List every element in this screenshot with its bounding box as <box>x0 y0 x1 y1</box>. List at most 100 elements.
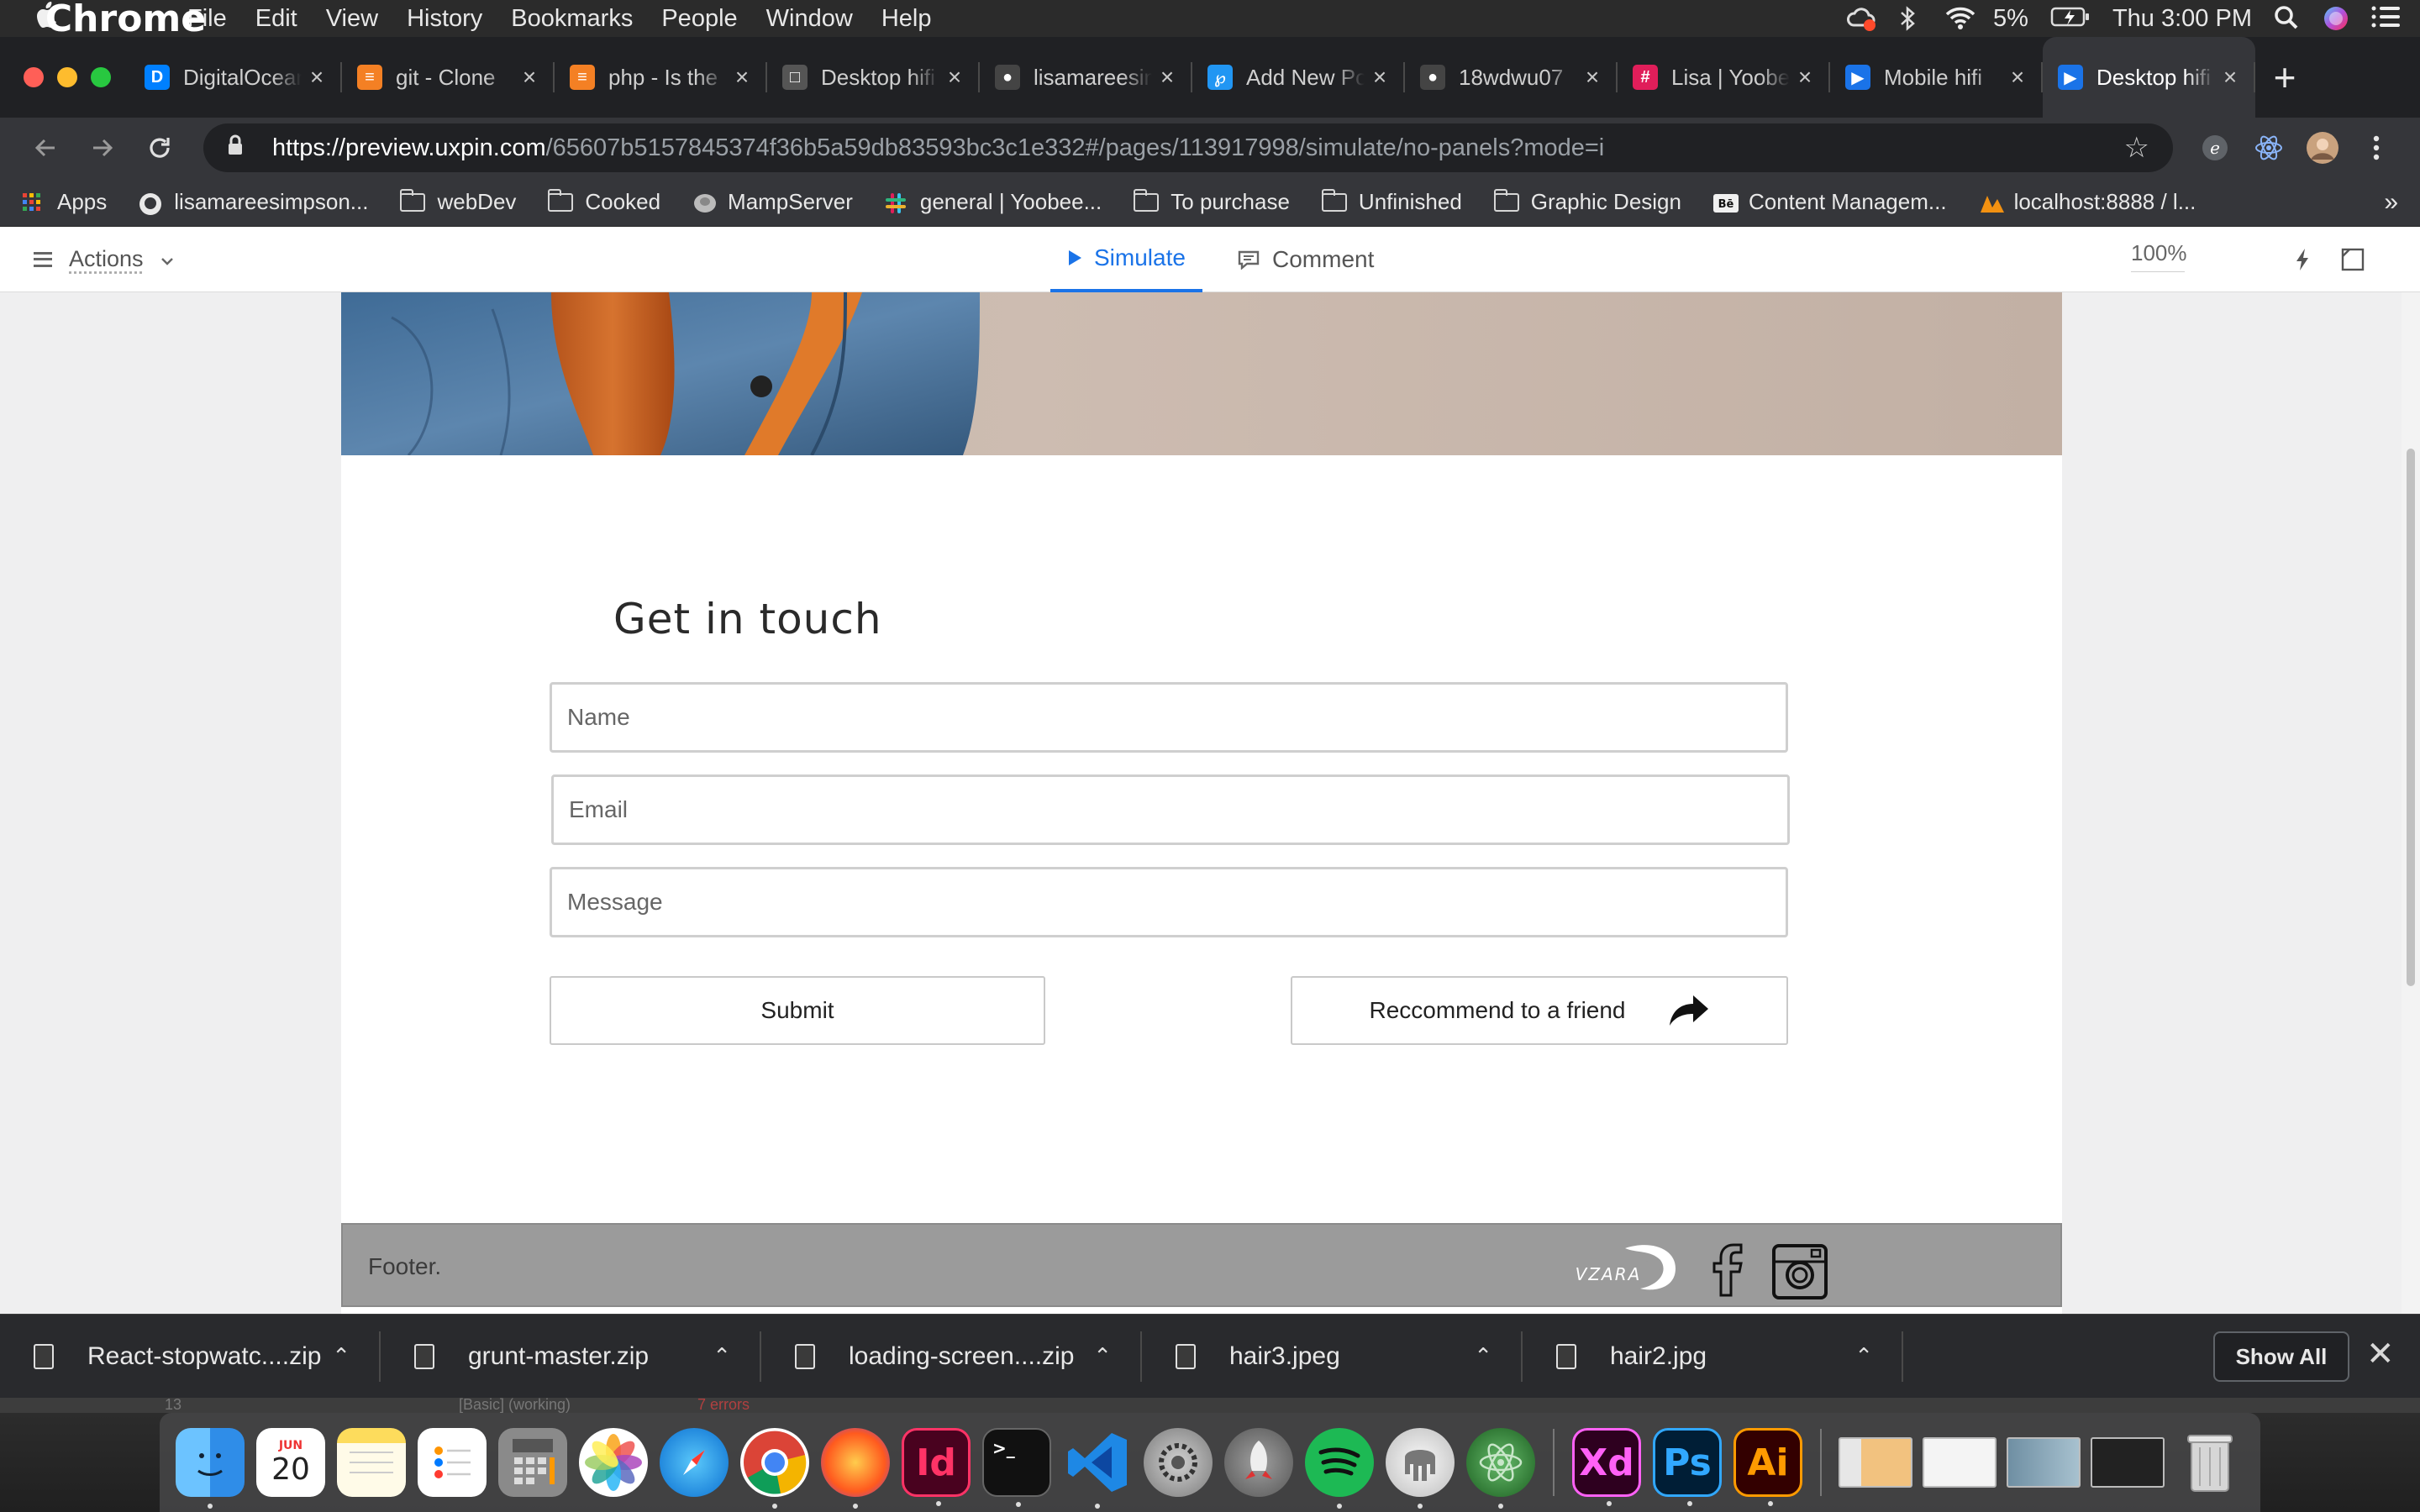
dock-atom-icon[interactable] <box>1466 1428 1535 1509</box>
notification-center-icon[interactable] <box>2371 5 2400 32</box>
chevron-up-icon[interactable]: ⌃ <box>1854 1343 1878 1369</box>
browser-tab[interactable]: ≡ php - Is the × <box>555 37 767 118</box>
message-field[interactable] <box>550 867 1788 937</box>
browser-tab[interactable]: ● 18wdwu07 × <box>1405 37 1618 118</box>
facebook-icon[interactable] <box>1709 1243 1746 1297</box>
tab-close-icon[interactable]: × <box>1795 64 1815 91</box>
bookmark-item[interactable]: localhost:8888 / l... <box>1979 189 2196 215</box>
spotlight-search-icon[interactable] <box>2274 5 2301 32</box>
dock-minimized-window-1[interactable] <box>1839 1437 1912 1488</box>
extension-e-icon[interactable]: e <box>2188 123 2242 173</box>
dock-launchpad-icon[interactable] <box>1224 1428 1293 1497</box>
menu-edit[interactable]: Edit <box>241 5 312 33</box>
bookmark-item[interactable]: Cooked <box>548 188 660 215</box>
browser-tab[interactable]: ≡ git - Clone × <box>342 37 555 118</box>
name-field[interactable] <box>550 682 1788 753</box>
address-bar[interactable]: https://preview.uxpin.com/65607b51578453… <box>203 123 2173 172</box>
zoom-level[interactable]: 100% <box>2131 240 2187 272</box>
lightning-icon[interactable] <box>2286 244 2319 276</box>
chevron-up-icon[interactable]: ⌃ <box>1474 1343 1497 1369</box>
lock-icon[interactable] <box>227 134 254 162</box>
battery-icon[interactable] <box>2050 5 2091 32</box>
show-all-downloads-button[interactable]: Show All <box>2213 1331 2349 1382</box>
menu-people[interactable]: People <box>647 5 751 33</box>
dock-adobe-xd-icon[interactable]: Xd <box>1572 1428 1641 1506</box>
dock-minimized-window-3[interactable] <box>2007 1437 2081 1488</box>
dock-illustrator-icon[interactable]: Ai <box>1733 1428 1802 1506</box>
dock-minimized-window-4[interactable] <box>2091 1437 2165 1488</box>
wifi-icon[interactable] <box>1944 5 1975 32</box>
download-item[interactable]: loading-screen....zip ⌃ <box>761 1315 1142 1399</box>
dock-system-preferences-icon[interactable] <box>1144 1428 1213 1497</box>
menu-bookmarks[interactable]: Bookmarks <box>497 5 647 33</box>
bluetooth-icon[interactable] <box>1896 5 1923 32</box>
browser-tab[interactable]: ℘ Add New Post× <box>1192 37 1405 118</box>
menu-history[interactable]: History <box>392 5 497 33</box>
chevron-up-icon[interactable]: ⌃ <box>1093 1343 1117 1369</box>
tab-close-icon[interactable]: × <box>2220 64 2240 91</box>
chevron-up-icon[interactable]: ⌃ <box>332 1343 355 1369</box>
download-item[interactable]: React-stopwatc....zip ⌃ <box>0 1315 381 1399</box>
dock-vscode-icon[interactable] <box>1063 1428 1132 1509</box>
chrome-menu-icon[interactable] <box>2349 123 2403 173</box>
bookmark-item[interactable]: MampServer <box>692 189 853 215</box>
dock-firefox-icon[interactable] <box>821 1428 890 1509</box>
browser-tab[interactable]: □ Desktop hifi × <box>767 37 980 118</box>
tab-comment[interactable]: Comment <box>1220 227 1391 292</box>
siri-icon[interactable] <box>2323 5 2349 32</box>
bookmarks-overflow-icon[interactable]: » <box>2384 188 2398 217</box>
bookmark-item[interactable]: lisamareesimpson... <box>139 189 368 215</box>
dock-notes-icon[interactable] <box>337 1428 406 1497</box>
close-shelf-icon[interactable]: ✕ <box>2366 1335 2395 1373</box>
profile-avatar[interactable] <box>2296 123 2349 173</box>
download-item[interactable]: grunt-master.zip ⌃ <box>381 1315 761 1399</box>
dock-terminal-icon[interactable]: >_ <box>982 1428 1051 1507</box>
browser-tab[interactable]: ▶ Desktop hifi × <box>2043 37 2255 118</box>
minimize-window-button[interactable] <box>57 67 77 87</box>
bookmark-item[interactable]: Unfinished <box>1321 188 1462 215</box>
page-scrollbar[interactable] <box>2402 292 2420 1314</box>
actions-menu[interactable]: Actions <box>0 246 174 272</box>
fullscreen-icon[interactable] <box>2336 244 2370 276</box>
close-window-button[interactable] <box>24 67 44 87</box>
dock-trash-icon[interactable] <box>2175 1428 2244 1497</box>
tab-close-icon[interactable]: × <box>2007 64 2028 91</box>
menu-help[interactable]: Help <box>867 5 946 33</box>
tab-close-icon[interactable]: × <box>732 64 752 91</box>
zoom-window-button[interactable] <box>91 67 111 87</box>
menu-window[interactable]: Window <box>752 5 867 33</box>
react-devtools-icon[interactable] <box>2242 123 2296 173</box>
browser-tab[interactable]: ▶ Mobile hifi × <box>1830 37 2043 118</box>
tab-close-icon[interactable]: × <box>944 64 965 91</box>
forward-button[interactable] <box>74 123 131 173</box>
submit-button[interactable]: Submit <box>550 976 1045 1045</box>
reload-button[interactable] <box>131 123 188 173</box>
dock-reminders-icon[interactable] <box>418 1428 487 1497</box>
bookmark-item[interactable]: webDev <box>400 188 516 215</box>
dock-photos-icon[interactable] <box>579 1428 648 1497</box>
bookmark-star-icon[interactable]: ☆ <box>2124 131 2149 165</box>
browser-tab[interactable]: # Lisa | Yoobee × <box>1618 37 1830 118</box>
dock-photoshop-icon[interactable]: Ps <box>1653 1428 1722 1506</box>
tab-simulate[interactable]: Simulate <box>1050 227 1202 292</box>
tab-close-icon[interactable]: × <box>519 64 539 91</box>
dock-finder-icon[interactable] <box>176 1428 245 1509</box>
dock-calendar-icon[interactable]: JUN 20 <box>256 1428 325 1497</box>
email-field[interactable] <box>551 774 1790 845</box>
browser-tab[interactable]: ● lisamareesimpson× <box>980 37 1192 118</box>
scrollbar-thumb[interactable] <box>2407 449 2415 986</box>
dock-minimized-window-2[interactable] <box>1923 1437 1996 1488</box>
download-item[interactable]: hair3.jpeg ⌃ <box>1142 1315 1523 1399</box>
instagram-icon[interactable] <box>1771 1243 1828 1300</box>
back-button[interactable] <box>17 123 74 173</box>
dock-spotify-icon[interactable] <box>1305 1428 1374 1509</box>
menu-view[interactable]: View <box>312 5 392 33</box>
menu-clock[interactable]: Thu 3:00 PM <box>2112 5 2252 33</box>
bookmark-item[interactable]: To purchase <box>1134 188 1290 215</box>
tab-close-icon[interactable]: × <box>1157 64 1177 91</box>
bookmark-item[interactable]: Graphic Design <box>1493 188 1681 215</box>
recommend-button[interactable]: Reccommend to a friend <box>1291 976 1788 1045</box>
dock-calculator-icon[interactable] <box>498 1428 567 1497</box>
creative-cloud-icon[interactable] <box>1847 5 1876 32</box>
browser-tab[interactable]: D DigitalOcean × <box>129 37 342 118</box>
